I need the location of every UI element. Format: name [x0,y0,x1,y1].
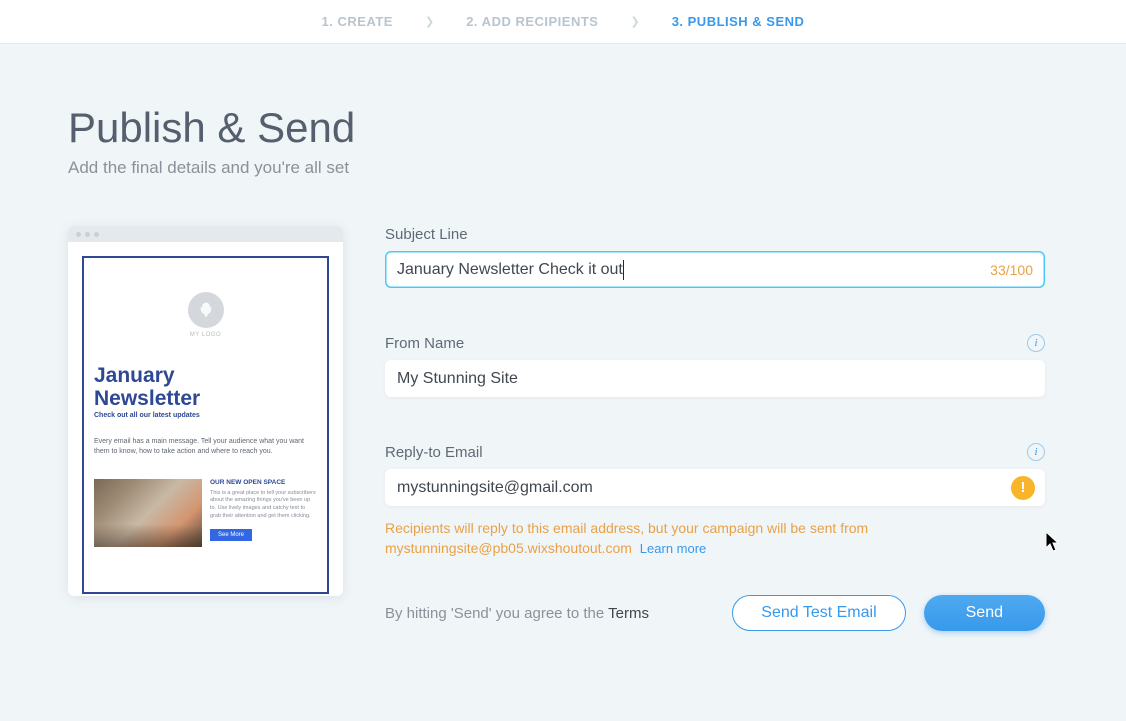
newsletter-subtitle: Check out all our latest updates [94,412,317,419]
newsletter-image [94,479,202,547]
reply-to-input[interactable] [397,479,1033,497]
from-name-input[interactable] [397,370,1033,388]
traffic-dot [85,232,90,237]
traffic-dot [76,232,81,237]
learn-more-link[interactable]: Learn more [640,541,706,556]
step-publish[interactable]: 3. PUBLISH & SEND [672,14,805,29]
newsletter-section-text: This is a great place to tell your subsc… [210,490,317,521]
char-counter: 33/100 [990,262,1033,278]
page-title: Publish & Send [68,104,1126,152]
header: 1. CREATE ❯ 2. ADD RECIPIENTS ❯ 3. PUBLI… [0,0,1126,44]
browser-chrome [68,226,343,242]
reply-to-warning: Recipients will reply to this email addr… [385,518,1045,559]
terms-agreement: By hitting 'Send' you agree to the Terms [385,605,649,622]
logo-placeholder-icon [188,292,224,328]
send-button[interactable]: Send [924,595,1045,631]
text-caret [623,260,624,280]
reply-to-input-wrap[interactable]: ! [385,469,1045,506]
newsletter-body: Every email has a main message. Tell you… [94,437,317,457]
step-recipients[interactable]: 2. ADD RECIPIENTS [466,14,598,29]
info-icon[interactable]: i [1027,334,1045,352]
chevron-right-icon: ❯ [425,15,434,28]
reply-to-label: Reply-to Email [385,444,483,461]
email-preview: MY LOGO January Newsletter Check out all… [68,226,343,631]
warning-icon[interactable]: ! [1011,476,1035,500]
see-more-button: See More [210,529,252,541]
send-test-button[interactable]: Send Test Email [732,595,905,631]
terms-link[interactable]: Terms [608,605,649,622]
logo-label: MY LOGO [94,332,317,338]
chevron-right-icon: ❯ [630,15,639,28]
newsletter-section-heading: OUR NEW OPEN SPACE [210,479,317,486]
stepper: 1. CREATE ❯ 2. ADD RECIPIENTS ❯ 3. PUBLI… [322,14,805,29]
send-form: Subject Line January Newsletter Check it… [385,226,1045,631]
subject-input[interactable]: January Newsletter Check it out [397,260,980,280]
subject-input-wrap[interactable]: January Newsletter Check it out 33/100 [385,251,1045,288]
from-name-input-wrap[interactable] [385,360,1045,397]
page-subtitle: Add the final details and you're all set [68,158,1126,178]
traffic-dot [94,232,99,237]
info-icon[interactable]: i [1027,443,1045,461]
newsletter-title: January Newsletter [94,364,317,410]
step-create[interactable]: 1. CREATE [322,14,393,29]
subject-label: Subject Line [385,226,1045,243]
from-name-label: From Name [385,335,464,352]
